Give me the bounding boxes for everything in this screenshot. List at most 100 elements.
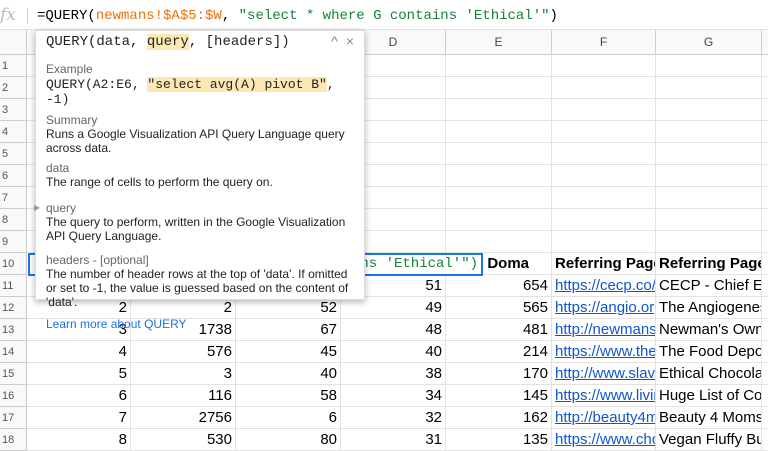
cell[interactable] (446, 165, 552, 187)
cell[interactable] (762, 407, 768, 429)
cell[interactable] (762, 99, 768, 121)
cell[interactable]: Huge List of Com (656, 385, 762, 407)
cell[interactable] (762, 231, 768, 253)
cell[interactable] (446, 143, 552, 165)
cell[interactable]: The Food Depot (656, 341, 762, 363)
cell[interactable] (552, 187, 656, 209)
cell[interactable]: 2756 (131, 407, 236, 429)
header-cell[interactable]: Referring Page T (656, 253, 762, 275)
cell[interactable]: 145 (446, 385, 552, 407)
cell[interactable]: 80 (236, 429, 341, 451)
cell[interactable] (656, 231, 762, 253)
cell[interactable] (656, 77, 762, 99)
row-header[interactable]: 6 (0, 165, 27, 187)
url-link[interactable]: https://www.living (552, 385, 656, 407)
cell[interactable] (446, 231, 552, 253)
collapse-icon[interactable]: ^ (331, 33, 338, 49)
cell[interactable] (552, 55, 656, 77)
row-header[interactable]: 8 (0, 209, 27, 231)
cell[interactable]: 49 (341, 297, 446, 319)
url-link[interactable]: https://www.thefo (552, 341, 656, 363)
cell[interactable]: 214 (446, 341, 552, 363)
close-icon[interactable]: × (346, 33, 354, 49)
cell[interactable] (762, 275, 768, 297)
cell[interactable] (762, 297, 768, 319)
column-header[interactable]: E (446, 30, 552, 55)
cell[interactable] (552, 209, 656, 231)
cell[interactable]: 8 (27, 429, 131, 451)
cell[interactable] (762, 187, 768, 209)
cell[interactable]: 3 (131, 363, 236, 385)
header-cell[interactable]: Referring Page U (552, 253, 656, 275)
row-header[interactable]: 5 (0, 143, 27, 165)
cell[interactable] (656, 209, 762, 231)
learn-more-link[interactable]: Learn more about QUERY (46, 317, 354, 331)
cell[interactable] (446, 187, 552, 209)
row-header[interactable]: 4 (0, 121, 27, 143)
cell[interactable]: 48 (341, 319, 446, 341)
row-header[interactable]: 17 (0, 407, 27, 429)
cell[interactable] (552, 231, 656, 253)
cell[interactable] (656, 143, 762, 165)
cell[interactable] (656, 165, 762, 187)
url-link[interactable]: https://cecp.co/ (552, 275, 656, 297)
cell[interactable]: 565 (446, 297, 552, 319)
formula-input[interactable]: =QUERY(newmans!$A$5:$W, "select * where … (37, 8, 558, 24)
cell[interactable] (656, 121, 762, 143)
cell[interactable]: 45 (236, 341, 341, 363)
column-header[interactable] (762, 30, 768, 55)
cell[interactable]: 135 (446, 429, 552, 451)
cell[interactable] (762, 165, 768, 187)
cell[interactable]: 5 (27, 363, 131, 385)
cell[interactable] (762, 253, 768, 275)
cell[interactable]: Newman's Own F (656, 319, 762, 341)
cell[interactable]: 32 (341, 407, 446, 429)
url-link[interactable]: http://beauty4mo (552, 407, 656, 429)
cell[interactable] (762, 319, 768, 341)
cell[interactable]: 170 (446, 363, 552, 385)
cell[interactable] (656, 187, 762, 209)
cell[interactable] (762, 209, 768, 231)
cell[interactable]: 31 (341, 429, 446, 451)
cell[interactable]: 40 (341, 341, 446, 363)
row-header[interactable]: 10 (0, 253, 27, 275)
url-link[interactable]: http://newmansown (552, 319, 656, 341)
cell[interactable] (762, 55, 768, 77)
cell[interactable] (762, 121, 768, 143)
cell[interactable] (762, 143, 768, 165)
cell[interactable]: 116 (131, 385, 236, 407)
cell[interactable]: 34 (341, 385, 446, 407)
cell[interactable]: 654 (446, 275, 552, 297)
row-header[interactable]: 7 (0, 187, 27, 209)
cell[interactable]: 38 (341, 363, 446, 385)
row-header[interactable]: 1 (0, 55, 27, 77)
cell[interactable]: 58 (236, 385, 341, 407)
cell[interactable]: 40 (236, 363, 341, 385)
cell[interactable] (762, 341, 768, 363)
cell[interactable] (762, 363, 768, 385)
cell[interactable] (446, 99, 552, 121)
url-link[interactable]: http://www.slavef (552, 363, 656, 385)
cell[interactable] (762, 429, 768, 451)
cell[interactable] (446, 209, 552, 231)
row-header[interactable]: 9 (0, 231, 27, 253)
cell[interactable]: Vegan Fluffy Butt (656, 429, 762, 451)
cell[interactable] (552, 77, 656, 99)
cell[interactable] (446, 77, 552, 99)
cell[interactable]: 6 (27, 385, 131, 407)
row-header[interactable]: 11 (0, 275, 27, 297)
cell[interactable]: 530 (131, 429, 236, 451)
row-header[interactable]: 3 (0, 99, 27, 121)
cell[interactable] (762, 385, 768, 407)
cell[interactable] (762, 77, 768, 99)
cell[interactable] (656, 99, 762, 121)
cell[interactable]: CECP - Chief Exe (656, 275, 762, 297)
cell[interactable]: 6 (236, 407, 341, 429)
cell[interactable] (552, 99, 656, 121)
cell[interactable]: 162 (446, 407, 552, 429)
corner-header[interactable] (0, 30, 27, 55)
cell[interactable]: 576 (131, 341, 236, 363)
column-header[interactable]: F (552, 30, 656, 55)
cell[interactable]: The Angiogenesis (656, 297, 762, 319)
cell[interactable]: 481 (446, 319, 552, 341)
